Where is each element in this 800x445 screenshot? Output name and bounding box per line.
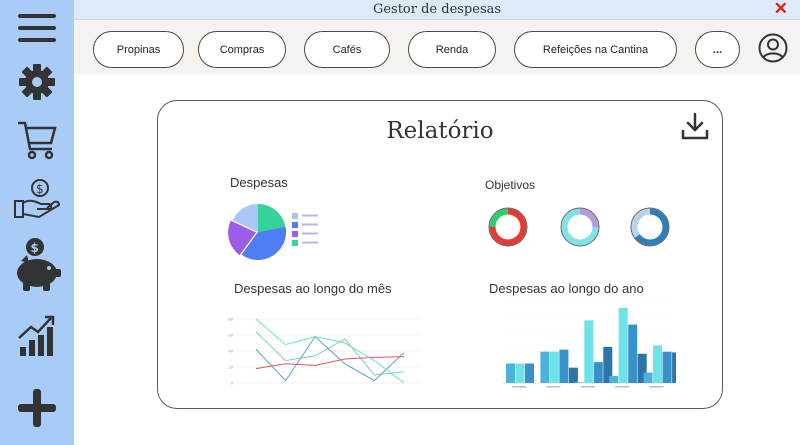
y-tick-label: 20 <box>229 365 234 370</box>
user-avatar-icon[interactable] <box>758 33 788 63</box>
bar <box>662 351 672 383</box>
year-chart-title: Despesas ao longo do ano <box>489 281 644 296</box>
legend-line <box>302 232 318 235</box>
svg-text:$: $ <box>31 241 39 255</box>
y-tick-label: 0 <box>231 381 234 386</box>
bar <box>549 351 559 383</box>
money-hand-icon[interactable]: $ <box>0 176 74 222</box>
close-icon[interactable]: ✕ <box>774 0 788 19</box>
y-tick-label: 40 <box>229 349 234 354</box>
bar <box>525 363 534 383</box>
bar <box>568 367 578 383</box>
bar <box>506 363 515 383</box>
report-title: Relatório <box>386 118 494 144</box>
cart-icon[interactable] <box>0 118 74 162</box>
gear-icon[interactable] <box>0 62 74 102</box>
x-tick-label <box>546 386 561 388</box>
download-icon[interactable] <box>680 111 710 141</box>
x-tick-label <box>615 386 630 388</box>
plus-icon[interactable] <box>0 388 74 428</box>
month-chart-title: Despesas ao longo do mês <box>234 281 392 296</box>
goals-donut-charts <box>488 207 670 247</box>
bar <box>653 345 663 383</box>
category-button-refeicoes[interactable]: Refeições na Cantina <box>514 31 677 68</box>
svg-text:$: $ <box>36 182 44 196</box>
bar <box>515 363 525 383</box>
bar <box>559 349 569 383</box>
legend-swatch <box>292 240 298 246</box>
legend-line <box>302 241 318 244</box>
bar <box>584 320 594 383</box>
report-card: Relatório Despesas Objetivos Despesas ao… <box>157 100 723 409</box>
window-title: Gestor de despesas <box>372 2 502 17</box>
menu-icon[interactable] <box>0 8 74 48</box>
category-button-propinas[interactable]: Propinas <box>93 31 184 68</box>
pie-legend <box>292 213 318 246</box>
expenses-section-title: Despesas <box>230 175 288 190</box>
y-tick-label: 80 <box>229 317 234 322</box>
y-tick-label: 60 <box>229 333 234 338</box>
bar <box>628 324 638 383</box>
category-button-compras[interactable]: Compras <box>198 31 286 68</box>
bar <box>618 307 628 383</box>
legend-line <box>302 214 318 217</box>
chart-growth-icon[interactable] <box>0 312 74 358</box>
category-button-cafes[interactable]: Cafés <box>304 31 390 68</box>
bar <box>574 382 584 383</box>
line-series <box>255 335 405 382</box>
app-window: $ $ Gestor de despesas ✕ Propinas Compra… <box>0 0 800 445</box>
legend-line <box>302 223 318 226</box>
x-tick-label <box>580 386 595 388</box>
sidebar: $ $ <box>0 0 74 445</box>
legend-swatch <box>292 231 298 237</box>
bar <box>609 376 619 383</box>
expenses-pie-chart <box>228 204 286 260</box>
x-tick-label <box>649 386 664 388</box>
bar <box>643 372 653 383</box>
legend-swatch <box>292 222 298 228</box>
more-categories-button[interactable]: ... <box>695 31 740 68</box>
monthly-line-chart: 0 20 40 60 80 <box>229 317 418 386</box>
bar <box>672 352 676 383</box>
x-tick-label <box>512 386 526 388</box>
title-bar: Gestor de despesas ✕ <box>74 0 800 20</box>
yearly-bar-chart <box>502 302 676 388</box>
bar <box>593 362 603 383</box>
piggy-bank-icon[interactable]: $ <box>0 236 74 294</box>
category-button-renda[interactable]: Renda <box>408 31 496 68</box>
goals-section-title: Objetivos <box>485 178 536 192</box>
bar <box>540 351 550 383</box>
legend-swatch <box>292 213 298 219</box>
category-bar: Propinas Compras Cafés Renda Refeições n… <box>74 21 800 74</box>
